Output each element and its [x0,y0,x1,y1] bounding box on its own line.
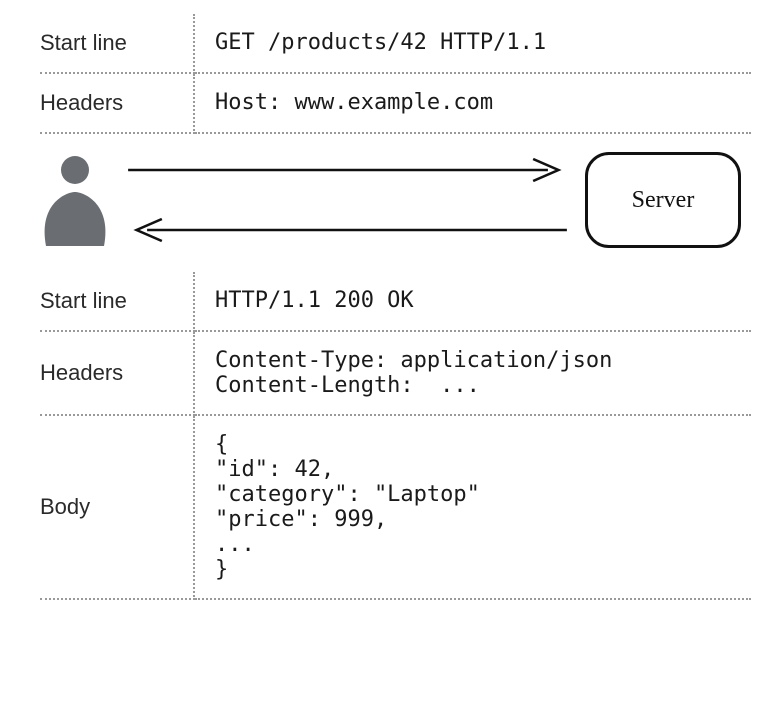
response-body-label: Body [40,416,195,600]
user-icon [40,152,110,248]
response-headers-label: Headers [40,332,195,416]
response-start-line-label: Start line [40,272,195,332]
arrow-left-icon [126,217,569,243]
request-start-line-value: GET /products/42 HTTP/1.1 [195,14,751,74]
response-body-value: { "id": 42, "category": "Laptop" "price"… [195,416,751,600]
response-headers-value: Content-Type: application/json Content-L… [195,332,751,416]
request-table: Start line GET /products/42 HTTP/1.1 Hea… [40,14,751,134]
server-box: Server [585,152,741,248]
response-table: Start line HTTP/1.1 200 OK Headers Conte… [40,272,751,600]
request-headers-value: Host: www.example.com [195,74,751,134]
request-headers-label: Headers [40,74,195,134]
actors-row: Server [40,152,751,248]
arrows [118,157,577,243]
arrow-right-icon [126,157,569,183]
server-label: Server [632,187,695,214]
request-start-line-label: Start line [40,14,195,74]
response-start-line-value: HTTP/1.1 200 OK [195,272,751,332]
